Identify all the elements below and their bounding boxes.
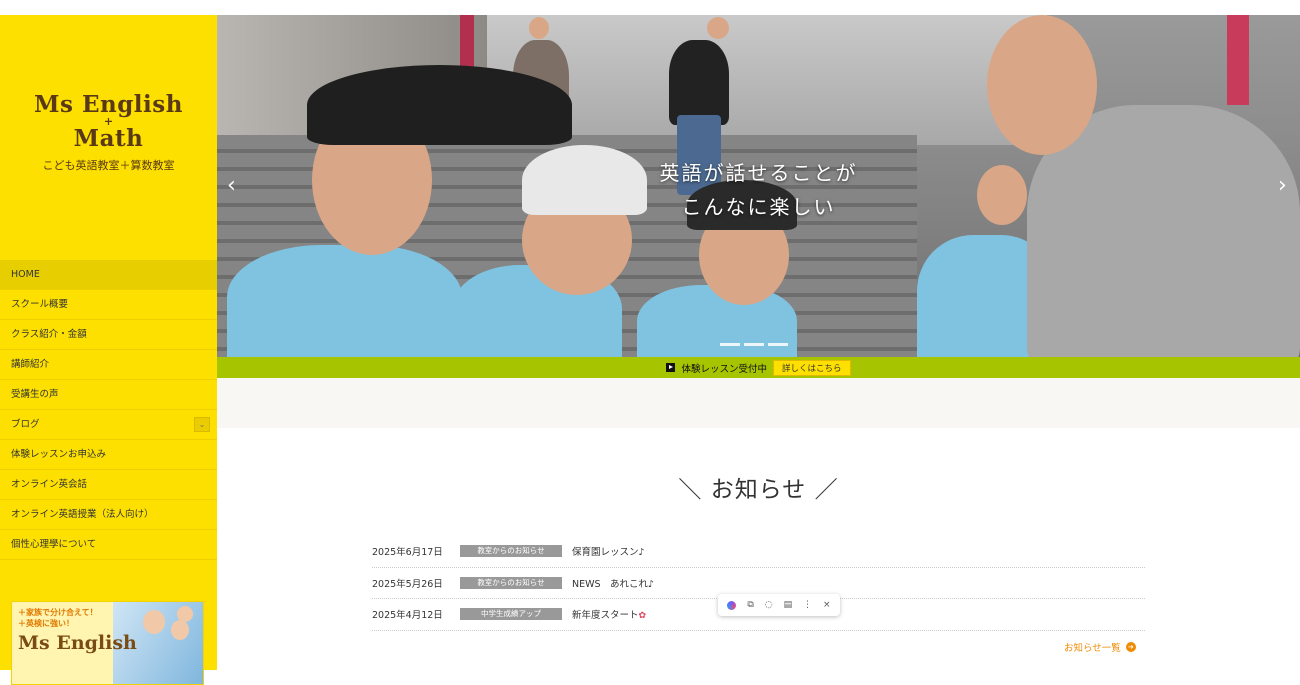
nav-item-teachers[interactable]: 講師紹介 <box>0 350 217 380</box>
chat-icon[interactable]: ◌ <box>765 600 773 610</box>
news-date: 2025年5月26日 <box>372 578 443 590</box>
chevron-down-icon[interactable]: ⌄ <box>194 417 210 432</box>
news-list: 2025年6月17日 教室からのお知らせ 保育園レッスン♪ 2025年5月26日… <box>372 536 1145 631</box>
logo-line-1: Ms English <box>34 91 183 118</box>
arrow-right-icon: ➔ <box>1125 642 1136 652</box>
nav-item-blog-label: ブログ <box>11 419 40 430</box>
hero-headline-1: 英語が話せることが <box>659 161 858 185</box>
promo-title: Ms English <box>18 632 137 654</box>
news-title-link[interactable]: NEWS あれこれ♪ <box>572 576 654 590</box>
play-icon <box>666 363 676 372</box>
news-date: 2025年6月17日 <box>372 547 443 559</box>
list-item[interactable]: 2025年6月17日 教室からのお知らせ 保育園レッスン♪ <box>372 536 1145 568</box>
hero-headline-2: こんなに楽しい <box>681 195 836 219</box>
close-icon[interactable]: × <box>823 600 831 610</box>
hero-slider: 英語が話せることが こんなに楽しい ‹ › <box>217 15 1300 357</box>
nav-item-online-english[interactable]: オンライン英会話 <box>0 470 217 500</box>
trial-lesson-bar: 体験レッスン受付中 詳しくはこちら <box>217 357 1300 378</box>
news-more-link[interactable]: お知らせ一覧 ➔ <box>1064 640 1136 654</box>
news-more-label: お知らせ一覧 <box>1064 643 1121 654</box>
side-nav: HOME スクール概要 クラス紹介・金額 講師紹介 受講生の声 ブログ ⌄ 体験… <box>0 260 217 560</box>
news-date: 2025年4月12日 <box>372 610 443 622</box>
promo-banner[interactable]: ＋家族で分け合えて！ ＋英検に強い！ Ms English <box>11 601 204 685</box>
news-category-badge[interactable]: 中学生成績アップ <box>460 608 562 621</box>
floating-toolbar: ⧉ ◌ ▤ ⋮ × <box>718 594 840 616</box>
news-category-badge[interactable]: 教室からのお知らせ <box>460 545 562 558</box>
more-options-icon[interactable]: ⋮ <box>803 600 812 610</box>
nav-item-classes[interactable]: クラス紹介・金額 <box>0 320 217 350</box>
news-title-link[interactable]: 新年度スタート✿ <box>572 607 646 621</box>
sidebar: Ms English + Math こども英語教室＋算数教室 HOME スクール… <box>0 15 217 685</box>
logo-subtitle: こども英語教室＋算数教室 <box>42 159 175 172</box>
slider-dot[interactable] <box>768 343 788 346</box>
assistant-logo-icon[interactable] <box>727 600 737 610</box>
note-icon[interactable]: ▤ <box>784 600 793 610</box>
news-title-text: 新年度スタート <box>572 610 639 622</box>
trial-lesson-text: 体験レッスン受付中 <box>681 363 767 375</box>
news-heading: ＼ お知らせ ／ <box>678 477 839 503</box>
slider-dot[interactable] <box>744 343 764 346</box>
nav-item-personality[interactable]: 個性心理學について <box>0 530 217 560</box>
logo-line-2: Math <box>73 125 144 152</box>
slider-prev-icon[interactable]: ‹ <box>227 175 236 197</box>
slider-pagination <box>720 343 788 346</box>
nav-item-home[interactable]: HOME <box>0 260 217 290</box>
copy-icon[interactable]: ⧉ <box>747 600 753 610</box>
nav-item-blog[interactable]: ブログ ⌄ <box>0 410 217 440</box>
promo-tagline-1: ＋家族で分け合えて！ <box>18 608 98 617</box>
promo-tagline-2: ＋英検に強い！ <box>18 619 74 628</box>
news-title-link[interactable]: 保育園レッスン♪ <box>572 544 645 558</box>
flower-icon: ✿ <box>638 611 647 622</box>
nav-item-trial-lesson[interactable]: 体験レッスンお申込み <box>0 440 217 470</box>
news-category-badge[interactable]: 教室からのお知らせ <box>460 576 562 589</box>
slider-next-icon[interactable]: › <box>1278 175 1287 197</box>
nav-item-online-corporate[interactable]: オンライン英語授業（法人向け） <box>0 500 217 530</box>
site-logo[interactable]: Ms English + Math こども英語教室＋算数教室 <box>0 93 217 173</box>
nav-item-school-overview[interactable]: スクール概要 <box>0 290 217 320</box>
slider-dot[interactable] <box>720 343 740 346</box>
spacer-band <box>217 378 1300 428</box>
nav-item-testimonials[interactable]: 受講生の声 <box>0 380 217 410</box>
trial-details-button[interactable]: 詳しくはこちら <box>773 359 851 376</box>
